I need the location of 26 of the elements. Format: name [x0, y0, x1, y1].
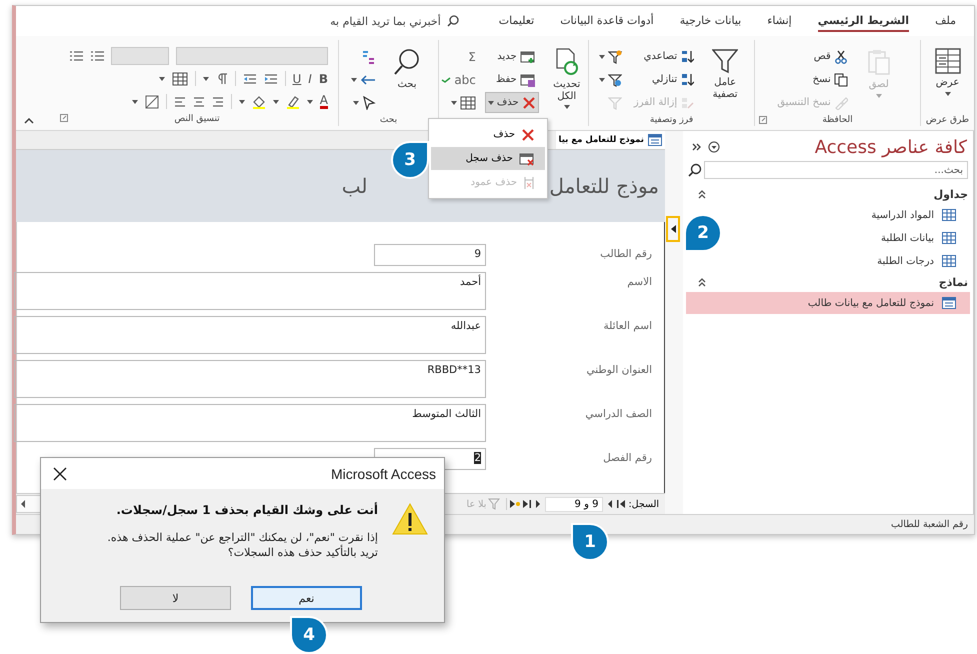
group-label: طرق عرض	[926, 114, 970, 124]
group-label: بحث	[380, 114, 398, 124]
callout-marker: 3	[393, 143, 427, 177]
dialog-message: إذا نقرت "نعم"، لن يمكنك "التراجع عن" عملية الحذف هذه. تريد بالتأكيد حذف هذه السجلات؟	[106, 531, 378, 561]
group-label: جداول	[934, 188, 968, 200]
form-title: لب	[342, 174, 368, 198]
form-title: موذج للتعامل	[549, 174, 659, 198]
field-label: العنوان الوطني	[585, 363, 653, 378]
field-label: رقم الطالب	[599, 247, 653, 262]
field-label: رقم الفصل	[602, 451, 653, 466]
dialog-heading: أنت على وشك القيام بحذف 1 سجل/سجلات.	[115, 503, 378, 517]
field-label: الاسم	[626, 275, 653, 290]
field-label: اسم العائلة	[602, 319, 653, 334]
group-label: تنسيق النص	[174, 114, 220, 124]
group-label: فرز وتصفية	[650, 114, 694, 124]
filter-status: بلا عا	[466, 498, 486, 510]
callout-marker: 1	[573, 525, 607, 559]
pane-title: كافة عناصر Access	[814, 136, 967, 158]
dialog-title: Microsoft Access	[330, 466, 436, 482]
record-label: السجل:	[628, 498, 659, 510]
callout-marker: 2	[686, 216, 720, 250]
callout-marker: 4	[292, 618, 326, 652]
group-label: نماذج	[938, 276, 968, 288]
field-label: الصف الدراسي	[584, 407, 653, 422]
status-text: رقم الشعبة للطالب	[891, 519, 968, 530]
group-label: الحافظة	[822, 114, 853, 124]
